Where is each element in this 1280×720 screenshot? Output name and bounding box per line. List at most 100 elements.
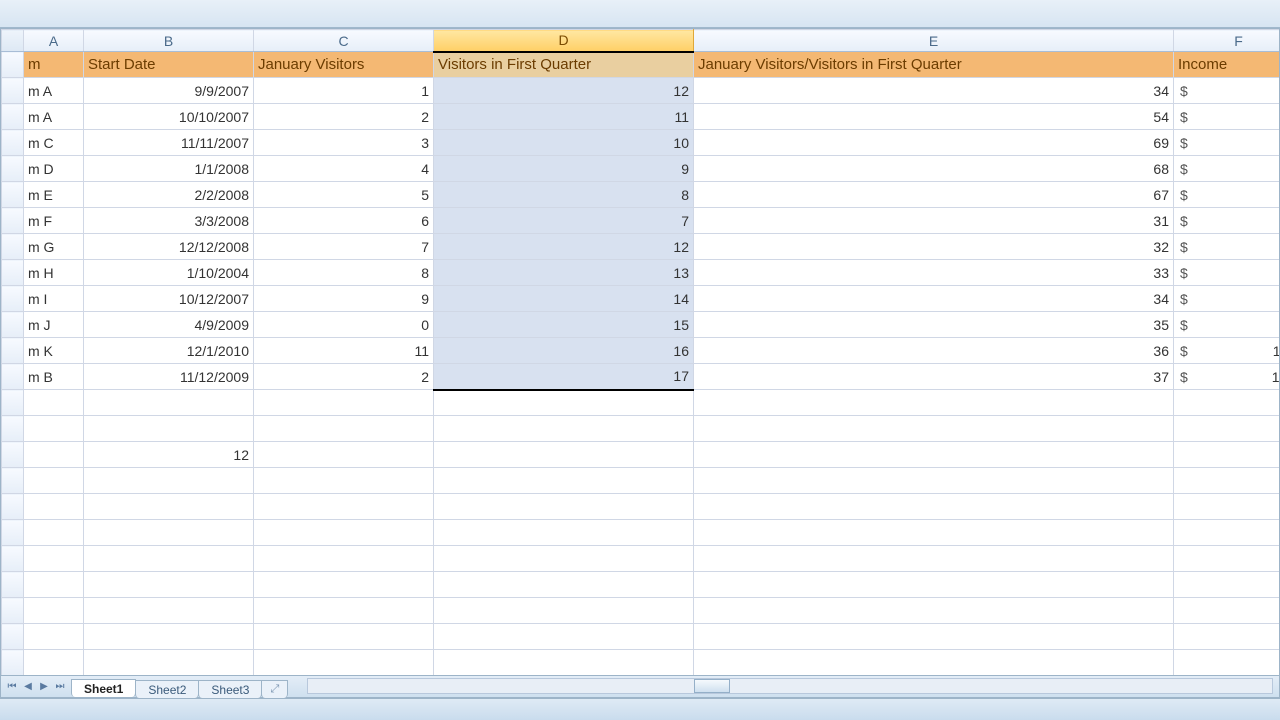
cell-selected-col[interactable]: 12	[434, 78, 694, 104]
cell[interactable]: 35	[694, 312, 1174, 338]
cell[interactable]	[434, 494, 694, 520]
cell[interactable]: 36	[694, 338, 1174, 364]
cell[interactable]	[694, 572, 1174, 598]
cell[interactable]: $1.1	[1174, 130, 1280, 156]
row-header[interactable]	[2, 364, 24, 390]
cell-selected-col[interactable]: 12	[434, 234, 694, 260]
cell[interactable]	[434, 416, 694, 442]
cell[interactable]	[254, 546, 434, 572]
cell[interactable]: 11	[254, 338, 434, 364]
cell[interactable]	[694, 520, 1174, 546]
cell[interactable]: 37	[694, 364, 1174, 390]
cell[interactable]	[434, 442, 694, 468]
cell[interactable]: 6	[254, 208, 434, 234]
cell-E1[interactable]: January Visitors/Visitors in First Quart…	[694, 52, 1174, 78]
cell[interactable]	[1174, 572, 1280, 598]
cell[interactable]	[694, 598, 1174, 624]
cell[interactable]: $1.1	[1174, 312, 1280, 338]
cell[interactable]	[24, 416, 84, 442]
cell[interactable]: m J	[24, 312, 84, 338]
cell[interactable]: 11/12/2009	[84, 364, 254, 390]
cell[interactable]	[84, 416, 254, 442]
row-header[interactable]	[2, 260, 24, 286]
row-header[interactable]	[2, 338, 24, 364]
cell[interactable]: m F	[24, 208, 84, 234]
cell[interactable]	[24, 572, 84, 598]
cell[interactable]: m A	[24, 78, 84, 104]
cell[interactable]: m I	[24, 286, 84, 312]
cell[interactable]: 9/9/2007	[84, 78, 254, 104]
cell[interactable]: 4/9/2009	[84, 312, 254, 338]
cell[interactable]	[1174, 468, 1280, 494]
cell[interactable]: 31	[694, 208, 1174, 234]
row-header[interactable]	[2, 598, 24, 624]
cell[interactable]: $9.1	[1174, 286, 1280, 312]
cell[interactable]	[1174, 598, 1280, 624]
cell[interactable]: $5.1	[1174, 182, 1280, 208]
row-header[interactable]	[2, 182, 24, 208]
row-header[interactable]	[2, 416, 24, 442]
cell[interactable]	[84, 468, 254, 494]
cell[interactable]	[1174, 650, 1280, 676]
cell[interactable]: m H	[24, 260, 84, 286]
cell[interactable]	[24, 546, 84, 572]
row-header[interactable]	[2, 468, 24, 494]
cell[interactable]	[84, 520, 254, 546]
cell-selected-col[interactable]: 9	[434, 156, 694, 182]
row-header[interactable]	[2, 390, 24, 416]
cell[interactable]	[1174, 546, 1280, 572]
cell[interactable]: 4	[254, 156, 434, 182]
cell[interactable]	[694, 494, 1174, 520]
cell-selected-col[interactable]: 7	[434, 208, 694, 234]
row-header[interactable]	[2, 130, 24, 156]
cell[interactable]: m E	[24, 182, 84, 208]
row-header[interactable]	[2, 546, 24, 572]
cell-selected-col[interactable]: 10	[434, 130, 694, 156]
tab-nav-last-icon[interactable]: ⏭	[53, 680, 67, 694]
sheet-tab-1[interactable]: Sheet1	[71, 679, 136, 697]
cell[interactable]	[24, 468, 84, 494]
cell[interactable]: 34	[694, 286, 1174, 312]
cell[interactable]	[84, 494, 254, 520]
cell[interactable]	[254, 468, 434, 494]
cell[interactable]: $6.1	[1174, 208, 1280, 234]
row-header[interactable]	[2, 624, 24, 650]
cell[interactable]	[24, 598, 84, 624]
cell[interactable]	[24, 494, 84, 520]
col-header-C[interactable]: C	[254, 30, 434, 52]
cell[interactable]: 34	[694, 78, 1174, 104]
cell-selected-col[interactable]: 13	[434, 260, 694, 286]
col-header-E[interactable]: E	[694, 30, 1174, 52]
cell[interactable]	[24, 442, 84, 468]
cell[interactable]: 3	[254, 130, 434, 156]
row-header[interactable]	[2, 78, 24, 104]
cell[interactable]	[254, 520, 434, 546]
worksheet-grid[interactable]: A B C D E F m Start Date January Visitor…	[1, 29, 1279, 675]
cell[interactable]: 10/12/2007	[84, 286, 254, 312]
cell[interactable]	[84, 598, 254, 624]
cell[interactable]	[434, 572, 694, 598]
row-header[interactable]	[2, 312, 24, 338]
col-header-D[interactable]: D	[434, 30, 694, 52]
cell[interactable]: 12	[84, 442, 254, 468]
cell[interactable]	[84, 390, 254, 416]
cell-F1[interactable]: Income	[1174, 52, 1280, 78]
cell[interactable]	[24, 624, 84, 650]
sheet-tab-3[interactable]: Sheet3	[198, 680, 262, 698]
row-header[interactable]	[2, 208, 24, 234]
cell[interactable]	[694, 624, 1174, 650]
cell[interactable]: 8	[254, 260, 434, 286]
cell[interactable]	[254, 442, 434, 468]
cell[interactable]: 3/3/2008	[84, 208, 254, 234]
cell[interactable]: $7.1	[1174, 234, 1280, 260]
cell[interactable]: 2	[254, 104, 434, 130]
cell[interactable]	[434, 520, 694, 546]
cell[interactable]	[254, 572, 434, 598]
col-header-B[interactable]: B	[84, 30, 254, 52]
row-header[interactable]	[2, 650, 24, 676]
cell[interactable]: 7	[254, 234, 434, 260]
row-header[interactable]	[2, 572, 24, 598]
cell[interactable]: 68	[694, 156, 1174, 182]
cell[interactable]	[434, 390, 694, 416]
cell[interactable]: m D	[24, 156, 84, 182]
